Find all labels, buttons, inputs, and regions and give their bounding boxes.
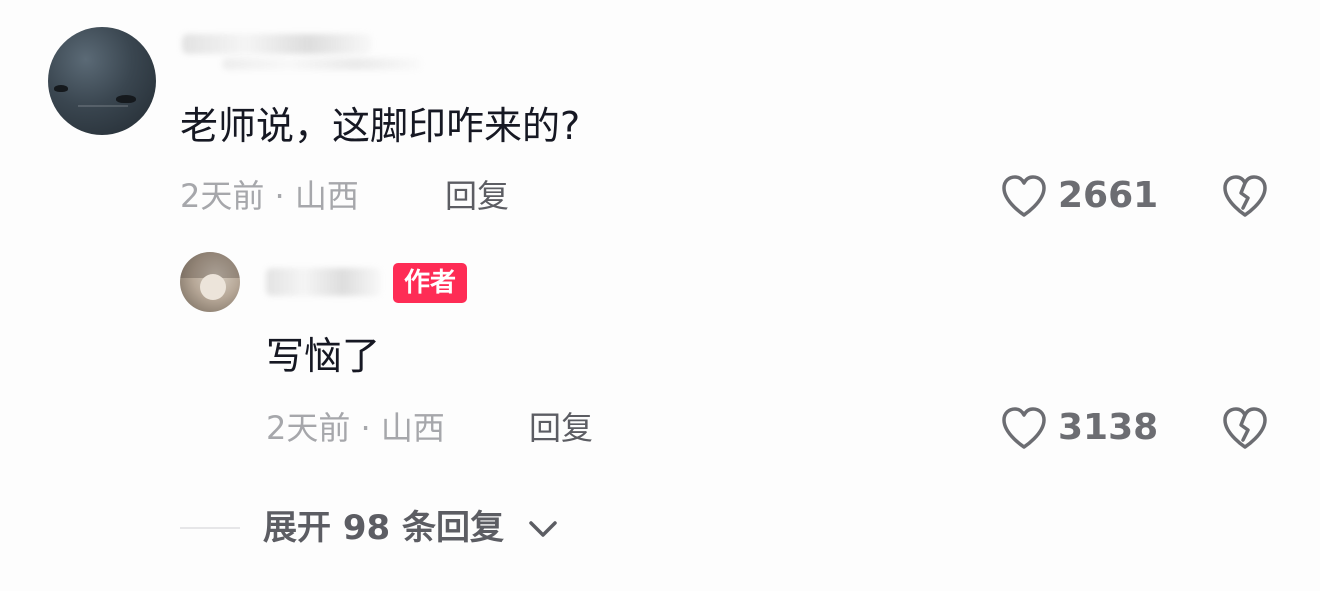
heart-icon[interactable] (1000, 173, 1048, 219)
reply-text: 写恼了 (266, 334, 381, 378)
expand-replies-label: 展开 98 条回复 (263, 508, 504, 548)
reply-button[interactable]: 回复 (445, 176, 509, 216)
heart-icon[interactable] (1000, 405, 1048, 451)
like-count: 3138 (1058, 407, 1159, 448)
broken-heart-icon[interactable] (1221, 173, 1269, 219)
author-avatar[interactable] (180, 252, 240, 312)
blurred-username-secondary (222, 58, 422, 70)
author-badge: 作者 (393, 263, 468, 303)
meta-separator: · (360, 409, 371, 447)
like-count: 2661 (1058, 175, 1159, 216)
blurred-username[interactable] (266, 268, 381, 296)
avatar-decor (200, 274, 226, 300)
meta-separator: · (274, 177, 285, 215)
comment-text: 老师说，这脚印咋来的? (180, 104, 581, 148)
reply-button[interactable]: 回复 (529, 408, 593, 448)
comment-time: 2天前 (180, 177, 265, 215)
reply-location: 山西 (380, 409, 445, 447)
blurred-username[interactable] (182, 34, 372, 54)
broken-heart-icon[interactable] (1221, 405, 1269, 451)
divider-line (180, 527, 240, 529)
commenter-avatar[interactable] (48, 27, 156, 135)
reply-meta: 2天前 · 山西 (266, 408, 445, 448)
comment-meta: 2天前 · 山西 (180, 176, 359, 216)
expand-replies-button[interactable]: 展开 98 条回复 (263, 508, 504, 548)
chevron-down-icon[interactable] (527, 515, 559, 543)
avatar-decor (78, 105, 128, 107)
reply-time: 2天前 (266, 409, 351, 447)
avatar-decor (116, 95, 136, 103)
comment-location: 山西 (294, 177, 359, 215)
avatar-decor (54, 85, 68, 92)
